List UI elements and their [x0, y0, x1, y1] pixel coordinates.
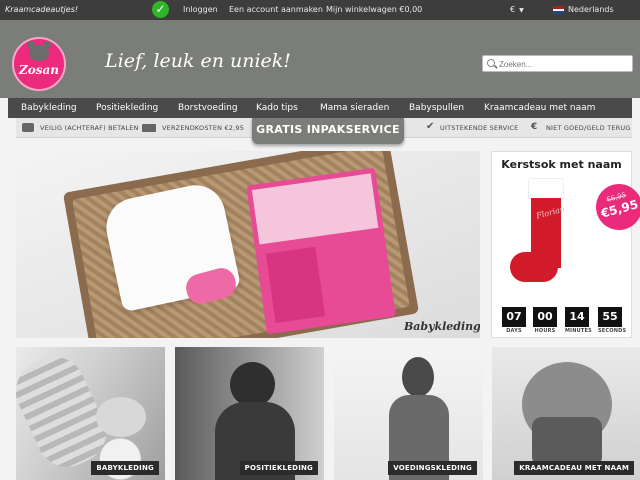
nav-item-babyspullen[interactable]: Babyspullen — [409, 103, 464, 113]
countdown-seconds: 55 SECONDS — [598, 307, 626, 334]
category-tile-positiekleding[interactable]: POSITIEKLEDING — [175, 347, 324, 480]
truck-icon — [142, 124, 156, 132]
nav-item-borstvoeding[interactable]: Borstvoeding — [178, 103, 238, 113]
promo-title: Kerstsok met naam — [501, 158, 622, 171]
usp-service: UITSTEKENDE SERVICE — [440, 124, 519, 132]
currency-label: € — [510, 5, 516, 14]
top-bar: Kraamcadeautjes! ✓ Inloggen Een account … — [0, 0, 640, 20]
logo-text: Zosan — [18, 63, 60, 77]
usp-shipping: VERZENDKOSTEN €2,95 — [162, 124, 245, 132]
tagline: Lief, leuk en uniek! — [105, 50, 291, 72]
nav-item-kraamcadeau-met-naam[interactable]: Kraamcadeau met naam — [484, 103, 595, 113]
chevron-down-icon: ▼ — [519, 7, 524, 14]
tile-caption: KRAAMCADEAU MET NAAM — [514, 461, 634, 475]
check-icon: ✓ — [152, 1, 169, 18]
bear-icon — [27, 41, 51, 61]
cart-link[interactable]: Mijn winkelwagen €0,00 — [326, 5, 422, 14]
hero-label: Babykleding — [404, 320, 480, 333]
usp-secure-payment: VEILIG (ACHTERAF) BETALEN — [40, 124, 139, 132]
clothing-stack-image — [246, 167, 396, 335]
hero-banner[interactable]: Babykleding — [16, 151, 480, 338]
currency-selector[interactable]: € ▼ — [510, 5, 524, 14]
nav-item-kado-tips[interactable]: Kado tips — [256, 103, 298, 113]
nav-item-babykleding[interactable]: Babykleding — [21, 103, 77, 113]
site-header: Zosan Lief, leuk en uniek! — [0, 20, 640, 98]
countdown-days: 07 DAYS — [502, 307, 526, 334]
login-link[interactable]: Inloggen — [183, 5, 218, 14]
nav-item-positiekleding[interactable]: Positiekleding — [96, 103, 158, 113]
category-tile-babykleding[interactable]: BABYKLEDING — [16, 347, 165, 480]
countdown-hours: 00 HOURS — [533, 307, 557, 334]
brand-link[interactable]: Kraamcadeautjes! — [5, 5, 78, 14]
tile-caption: BABYKLEDING — [91, 461, 159, 475]
netherlands-flag-icon — [553, 6, 564, 14]
usp-guarantee: NIET GOED/GELD TERUG — [546, 124, 631, 132]
tile-caption: POSITIEKLEDING — [239, 461, 318, 475]
tile-caption: VOEDINGSKLEDING — [388, 461, 477, 475]
gift-wrap-badge: GRATIS INPAKSERVICE — [252, 118, 404, 144]
category-tile-voedingskleding[interactable]: VOEDINGSKLEDING — [334, 347, 483, 480]
checkmark-icon: ✔ — [426, 121, 435, 132]
wallet-icon — [22, 123, 34, 132]
search-input[interactable] — [499, 57, 629, 71]
category-tile-kraamcadeau[interactable]: KRAAMCADEAU MET NAAM — [492, 347, 640, 480]
christmas-sock-image: Florian — [510, 178, 566, 298]
search-icon[interactable] — [487, 59, 495, 67]
countdown-minutes: 14 MINUTES — [565, 307, 592, 334]
search-box[interactable] — [482, 55, 633, 72]
main-nav: Babykleding Positiekleding Borstvoeding … — [8, 98, 632, 118]
logo[interactable]: Zosan — [12, 37, 66, 91]
price-badge: €6,95 €5,95 — [590, 178, 640, 236]
euro-icon: € — [531, 122, 538, 132]
nav-item-mama-sieraden[interactable]: Mama sieraden — [320, 103, 389, 113]
countdown-timer: 07 DAYS 00 HOURS 14 MINUTES 55 SECONDS — [502, 307, 626, 334]
create-account-link[interactable]: Een account aanmaken — [229, 5, 323, 14]
language-label: Nederlands — [568, 5, 614, 14]
promo-box[interactable]: Kerstsok met naam Florian €6,95 €5,95 07… — [491, 151, 640, 338]
language-selector[interactable]: Nederlands — [568, 5, 614, 14]
